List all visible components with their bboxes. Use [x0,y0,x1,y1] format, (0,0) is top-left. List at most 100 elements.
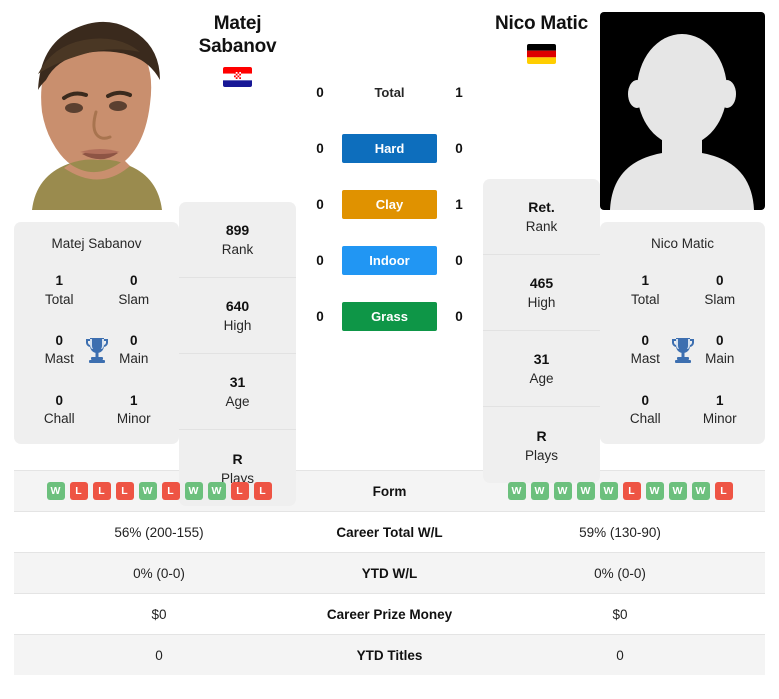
left-titles-grid: 1 Total 0 Slam 0 Mast 0 Main 0 Chall 1 M… [22,271,171,428]
left-plays-value: R [232,450,243,467]
surface-clay-left-score: 0 [316,196,324,212]
left-age-cell: 31 Age [179,354,296,431]
form-badge-win: W [668,482,687,500]
left-rank-value: 899 [225,222,250,239]
surface-row-hard: 0 Hard 0 [305,120,474,176]
right-form-badges: WWWWWLWWWL [475,482,765,500]
left-titles-minor: 1 Minor [97,391,172,429]
right-player-titles-card: Nico Matic 1 Total 0 Slam 0 Mast 0 Main [600,222,765,445]
right-ytd-wl-value: 0% (0-0) [594,565,646,581]
right-player-rank-card: Ret. Rank 465 High 31 Age R Plays [483,179,600,484]
right-age-value: 31 [533,351,550,368]
left-player-name-line1: Matej [213,13,262,34]
surface-indoor-badge[interactable]: Indoor [342,245,437,275]
surface-grass-left-score: 0 [316,308,324,324]
surface-total-right-score: 1 [455,84,463,100]
right-titles-total: 1 Total [608,271,683,309]
surface-row-clay: 0 Clay 1 [305,176,474,232]
surface-row-indoor: 0 Indoor 0 [305,232,474,288]
trophy-icon [84,336,110,364]
right-career-prize-money-value: $0 [612,606,628,622]
croatia-flag-icon [223,67,252,88]
right-player-name-line1: Nico Matic [494,13,589,34]
surface-clay-badge[interactable]: Clay [342,189,437,219]
left-player-info-column: Matej Sabanov 899 Rank 640 High 31 Age R… [179,12,296,507]
surface-hard-left-score: 0 [316,140,324,156]
left-rank-cell: 899 Rank [179,202,296,279]
form-badge-loss: L [115,482,134,500]
form-badge-win: W [553,482,572,500]
surface-grass-badge[interactable]: Grass [342,301,437,331]
left-age-label: Age [225,394,250,410]
right-titles-player-name: Nico Matic [650,236,714,251]
form-badge-loss: L [92,482,111,500]
left-form-badges: WLLLWLWWLL [14,482,304,500]
right-rank-value: Ret. [528,199,555,216]
right-titles-chall-value: 0 [641,392,649,408]
right-career-total-wl-value: 59% (130-90) [579,524,661,540]
form-badge-win: W [184,482,203,500]
right-player-photo[interactable] [600,12,765,210]
left-titles-total: 1 Total [22,271,97,309]
left-age-value: 31 [229,374,246,391]
left-rank-label: Rank [221,242,254,258]
right-titles-total-value: 1 [641,273,649,288]
surface-row-total: 0 Total 1 [305,64,474,120]
surface-indoor-left-score: 0 [316,252,324,268]
left-titles-chall-label: Chall [43,411,75,427]
form-badge-loss: L [161,482,180,500]
right-ytd-titles-value: 0 [616,647,624,663]
trophy-icon [670,336,696,364]
right-titles-chall-label: Chall [629,411,661,427]
stats-row: W L L L W L W W L L Form W W W W W L W W W L [14,470,765,511]
right-titles-slam-label: Slam [704,291,736,307]
stats-row: 0% (0-0) YTD W/L 0% (0-0) [14,552,765,593]
right-age-label: Age [529,371,554,387]
left-titles-slam-label: Slam [118,291,150,307]
right-titles-minor: 1 Minor [683,391,758,429]
surface-row-grass: 0 Grass 0 [305,288,474,344]
left-player-header: Matej Sabanov [179,12,296,88]
germany-flag-icon [527,44,556,65]
surface-clay-right-score: 1 [455,196,463,212]
right-high-label: High [527,295,556,311]
left-player-rank-card: 899 Rank 640 High 31 Age R Plays [179,202,296,507]
right-plays-cell: R Plays [483,407,600,483]
surface-indoor-right-score: 0 [455,252,463,268]
form-badge-loss: L [230,482,249,500]
stats-row-label: Career Total W/L [336,524,443,540]
form-badge-win: W [46,482,65,500]
stats-row: 0 YTD Titles 0 [14,634,765,675]
left-ytd-titles-value: 0 [155,647,163,663]
player-stats-table: W L L L W L W W L L Form W W W W W L W W W L 56% (200-155) Car… [0,470,779,675]
left-titles-slam: 0 Slam [97,271,172,309]
left-career-prize-money-value: $0 [151,606,167,622]
right-high-value: 465 [529,275,554,292]
form-badge-win: W [507,482,526,500]
stats-row: $0 Career Prize Money $0 [14,593,765,634]
form-badge-win: W [576,482,595,500]
right-titles-slam-value: 0 [715,273,724,288]
left-titles-total-label: Total [44,291,74,307]
form-badge-loss: L [622,482,641,500]
stats-row-label: YTD Titles [356,647,423,663]
left-high-label: High [223,318,252,334]
left-player-name-line2: Sabanov [198,36,277,58]
left-player-titles-card: Matej Sabanov 1 Total 0 Slam 0 Mast 0 Ma… [14,222,179,445]
right-titles-total-label: Total [630,291,660,307]
right-titles-minor-value: 1 [715,392,724,408]
right-age-cell: 31 Age [483,331,600,408]
left-player-photo[interactable] [14,12,179,210]
form-badge-loss: L [69,482,88,500]
surface-hard-right-score: 0 [455,140,463,156]
form-badge-win: W [207,482,226,500]
surface-hard-badge[interactable]: Hard [342,133,437,163]
stats-row-label: YTD W/L [361,565,418,581]
right-player-header: Nico Matic [483,12,600,65]
right-titles-slam: 0 Slam [683,271,758,309]
left-titles-player-name: Matej Sabanov [51,236,142,251]
left-high-value: 640 [225,298,250,315]
left-form-value: WLLLWLWWLL [14,482,304,500]
left-ytd-wl-value: 0% (0-0) [133,565,185,581]
stats-row-label: Form [372,483,407,499]
